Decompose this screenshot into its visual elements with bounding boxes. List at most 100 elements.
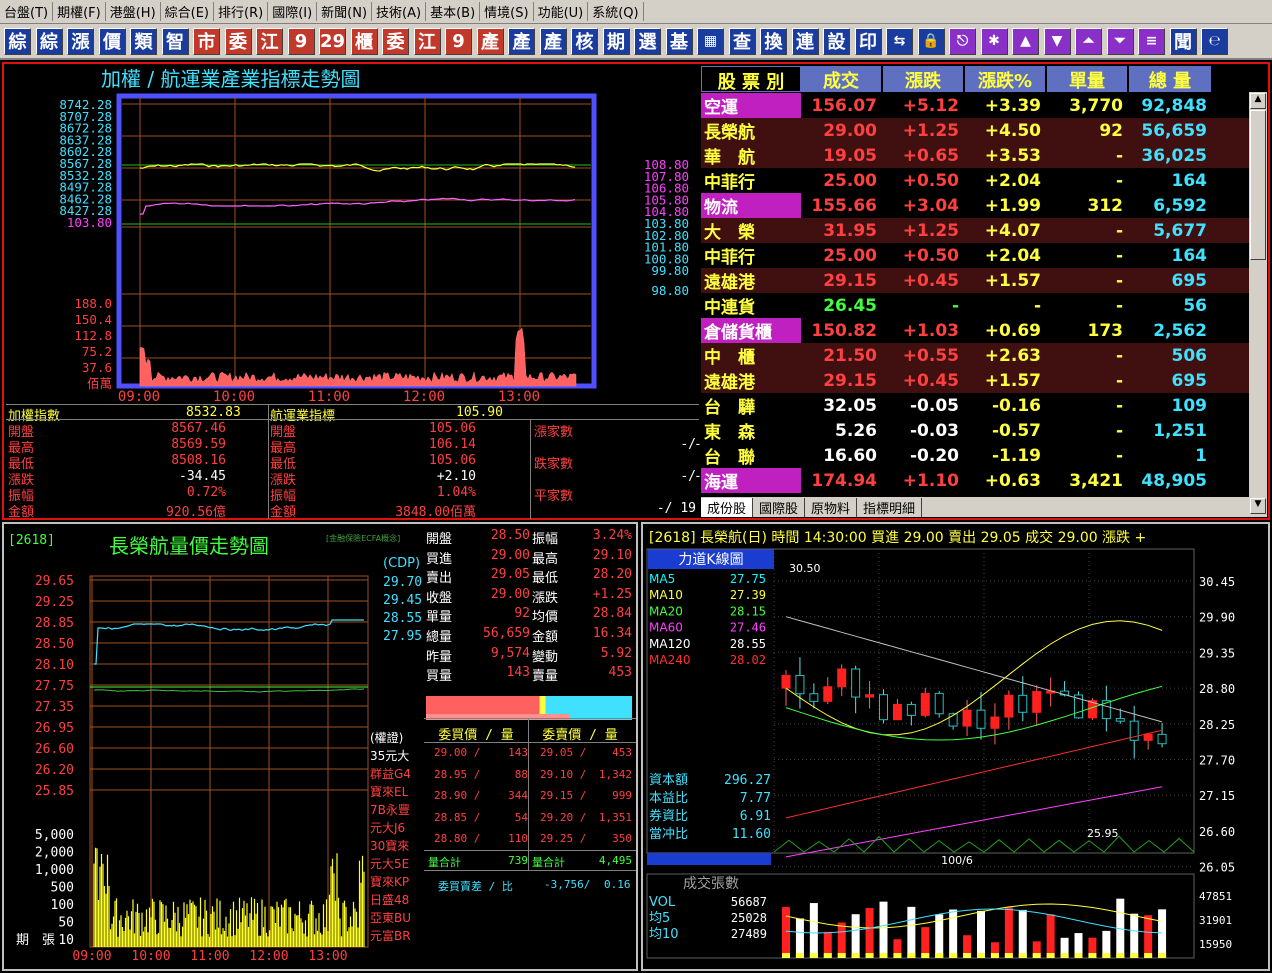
menu-item-10[interactable]: 功能(U) <box>534 2 589 21</box>
toolbar-button-15[interactable]: 產 <box>476 27 504 55</box>
toolbar-button-36[interactable]: ≡ <box>1138 27 1165 55</box>
toolbar-button-2[interactable]: 漲 <box>67 27 94 55</box>
toolbar-button-21[interactable]: 基 <box>665 27 693 55</box>
quote-row[interactable]: 空運 156.07 +5.12 +3.39 3,770 92,848 <box>701 93 1249 118</box>
broker-item[interactable]: 寶來KP <box>370 874 409 889</box>
toolbar-button-3[interactable]: 價 <box>98 27 126 55</box>
toolbar-button-38[interactable]: ℮ <box>1201 27 1228 55</box>
quote-cell-sv: - <box>1115 145 1123 166</box>
menu-item-11[interactable]: 系統(Q) <box>588 2 644 21</box>
quote-col-4[interactable]: 單量 <box>1047 66 1129 92</box>
menu-item-1[interactable]: 期權(F) <box>53 2 106 21</box>
toolbar-button-16[interactable]: 產 <box>508 27 535 55</box>
quote-cell-p: 25.00 <box>823 245 877 266</box>
menu-item-4[interactable]: 排行(R) <box>214 2 269 21</box>
quote-tab-1[interactable]: 國際股 <box>753 497 806 517</box>
broker-item[interactable]: 元大5E <box>370 857 409 871</box>
quote-row[interactable]: 中菲行 25.00 +0.50 +2.04 - 164 <box>701 168 1249 194</box>
quote-row[interactable]: 中 櫃 21.50 +0.55 +2.63 - 506 <box>701 343 1249 368</box>
toolbar-button-35[interactable]: ⏷ <box>1106 27 1134 55</box>
quote-row[interactable]: 長榮航 29.00 +1.25 +4.50 92 56,659 <box>701 118 1249 144</box>
toolbar-button-10[interactable]: 29 <box>319 27 346 55</box>
scroll-up-icon[interactable]: ▲ <box>1250 93 1266 109</box>
menu-item-8[interactable]: 基本(B) <box>426 2 481 21</box>
quote-col-3[interactable]: 漲跌% <box>965 66 1047 92</box>
toolbar-button-25[interactable]: 連 <box>791 27 819 55</box>
quote-row[interactable]: 倉儲貨櫃 150.82 +1.03 +0.69 173 2,562 <box>701 318 1249 343</box>
scroll-thumb[interactable] <box>1250 110 1266 260</box>
broker-item[interactable]: 元大J6 <box>370 821 405 835</box>
quote-row[interactable]: 台 驊 32.05 -0.05 -0.16 - 109 <box>701 393 1249 419</box>
quote-row[interactable]: 東 森 5.26 -0.03 -0.57 - 1,251 <box>701 418 1249 444</box>
quote-row[interactable]: 中連貨 26.45 - - - 56 <box>701 293 1249 319</box>
quote-col-5[interactable]: 總 量 <box>1129 66 1213 92</box>
toolbar-button-1[interactable]: 綜 <box>35 27 63 55</box>
quote-tab-0[interactable]: 成份股 <box>701 497 754 517</box>
toolbar-button-34[interactable]: ⏶ <box>1075 27 1102 55</box>
toolbar-button-18[interactable]: 核 <box>571 27 598 55</box>
quote-tab-2[interactable]: 原物料 <box>805 497 858 517</box>
quote-col-2[interactable]: 漲跌 <box>883 66 965 92</box>
toolbar-button-17[interactable]: 產 <box>539 27 567 55</box>
quote-row[interactable]: 大 榮 31.95 +1.25 +4.07 - 5,677 <box>701 218 1249 243</box>
quote-row[interactable]: 華 航 19.05 +0.65 +3.53 -36,025 <box>701 143 1249 168</box>
toolbar-button-11[interactable]: 櫃 <box>350 27 378 55</box>
quote-cell-ch: +1.25 <box>902 120 959 141</box>
toolbar-button-14[interactable]: 9 <box>445 27 472 55</box>
toolbar-button-27[interactable]: 印 <box>854 27 882 55</box>
toolbar-button-23[interactable]: 查 <box>728 27 756 55</box>
cdp-value: 29.45 <box>383 593 422 608</box>
toolbar-button-31[interactable]: ✱ <box>980 27 1008 55</box>
broker-item[interactable]: 7B永豐 <box>370 803 410 817</box>
toolbar-button-28[interactable]: ⇆ <box>886 27 913 55</box>
toolbar-button-29[interactable]: 🔒 <box>917 27 945 55</box>
toolbar-button-30[interactable]: ⎋ <box>949 27 976 55</box>
menu-item-7[interactable]: 技術(A) <box>372 2 427 21</box>
quote-tab-3[interactable]: 指標明細 <box>857 497 923 517</box>
broker-item[interactable]: 寶來EL <box>370 784 409 799</box>
menu-item-2[interactable]: 港盤(H) <box>106 2 161 21</box>
toolbar-button-22[interactable]: ▦ <box>697 27 724 55</box>
menu-item-0[interactable]: 台盤(T) <box>0 2 54 21</box>
quote-col-1[interactable]: 成交 <box>801 66 883 92</box>
quote-row[interactable]: 海運 174.94 +1.10 +0.63 3,421 48,905 <box>701 468 1249 493</box>
toolbar-button-0[interactable]: 綜 <box>4 27 31 55</box>
broker-item[interactable]: 35元大 <box>370 749 409 763</box>
quote-scrollbar[interactable]: ▲ ▼ <box>1249 92 1267 517</box>
toolbar-button-6[interactable]: 市 <box>193 27 220 55</box>
scroll-down-icon[interactable]: ▼ <box>1250 498 1266 514</box>
toolbar-button-20[interactable]: 選 <box>634 27 661 55</box>
quote-row[interactable]: 物流 155.66 +3.04 +1.99 312 6,592 <box>701 193 1249 218</box>
menu-item-9[interactable]: 情境(S) <box>480 2 534 21</box>
toolbar-button-12[interactable]: 委 <box>382 27 409 55</box>
candle-body <box>892 703 902 721</box>
broker-item[interactable]: 元富BR <box>370 928 411 943</box>
quote-row[interactable]: 遠雄港 29.15 +0.45 +1.57 - 695 <box>701 268 1249 293</box>
broker-item[interactable]: 日盛48 <box>370 892 409 907</box>
toolbar-button-13[interactable]: 江 <box>413 27 441 55</box>
toolbar-button-5[interactable]: 智 <box>161 27 189 55</box>
quote-row[interactable]: 中菲行 25.00 +0.50 +2.04 - 164 <box>701 243 1249 269</box>
toolbar-button-37[interactable]: 聞 <box>1169 27 1197 55</box>
toolbar-button-26[interactable]: 設 <box>823 27 850 55</box>
broker-item[interactable]: 亞東BU <box>370 911 411 925</box>
menu-item-6[interactable]: 新聞(N) <box>317 2 373 21</box>
broker-item[interactable]: 群益G4 <box>370 767 411 781</box>
breadth-label: 跌家數 <box>534 457 574 472</box>
broker-item[interactable]: 30寶來 <box>370 838 409 853</box>
toolbar-button-19[interactable]: 期 <box>602 27 630 55</box>
toolbar-button-7[interactable]: 委 <box>224 27 252 55</box>
menu-item-5[interactable]: 國際(I) <box>268 2 318 21</box>
quote-cell-tv: 1 <box>1195 445 1207 466</box>
toolbar-button-32[interactable]: ▲ <box>1012 27 1039 55</box>
toolbar-button-4[interactable]: 類 <box>130 27 157 55</box>
quote-row[interactable]: 遠雄港 29.15 +0.45 +1.57 - 695 <box>701 368 1249 393</box>
toolbar-button-24[interactable]: 換 <box>760 27 787 55</box>
toolbar-button-9[interactable]: 9 <box>287 27 315 55</box>
toolbar-button-33[interactable]: ▼ <box>1043 27 1071 55</box>
quote-row[interactable]: 台 聯 16.60 -0.20 -1.19 - 1 <box>701 443 1249 469</box>
menu-item-3[interactable]: 綜合(E) <box>161 2 214 21</box>
toolbar-button-8[interactable]: 江 <box>256 27 283 55</box>
scroll-bar[interactable] <box>647 853 771 865</box>
quote-col-0[interactable]: 股 票 別 <box>701 66 801 93</box>
